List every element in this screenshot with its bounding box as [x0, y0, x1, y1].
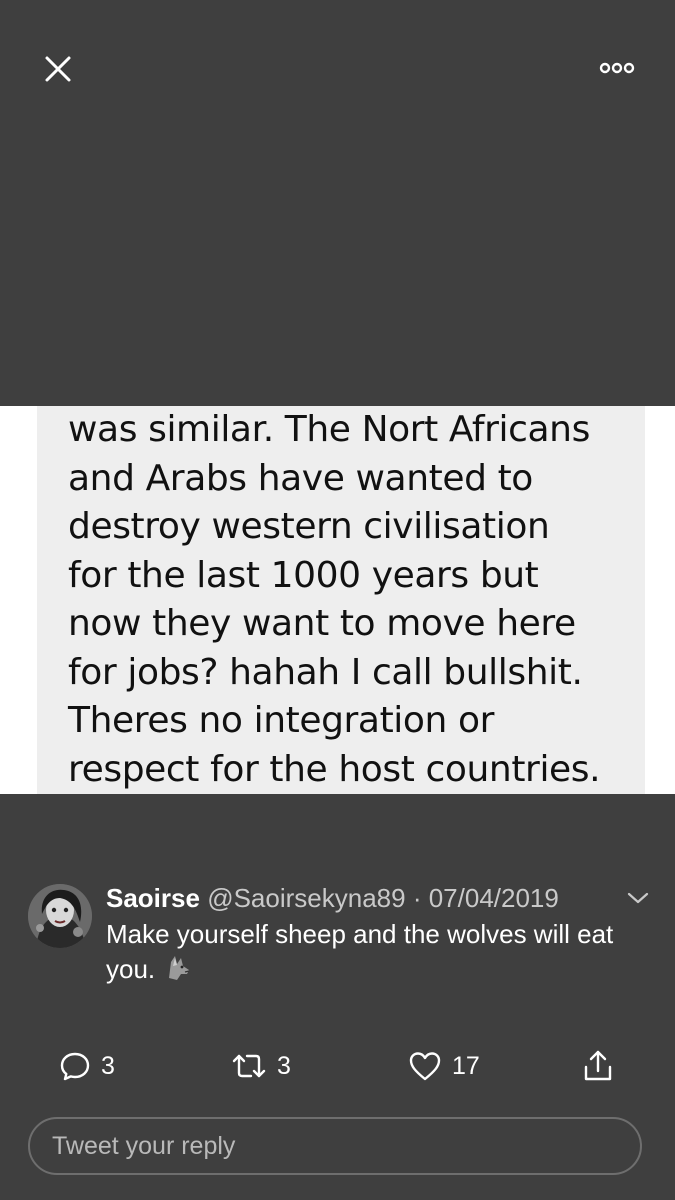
media-text-line: Theres no integration or [68, 700, 495, 741]
like-count: 17 [452, 1051, 480, 1080]
close-button[interactable] [36, 47, 80, 91]
media-text-line: was similar. The Nort Africans [68, 409, 590, 450]
reply-input[interactable] [28, 1117, 642, 1175]
heart-icon [409, 1052, 441, 1081]
reply-button[interactable]: 3 [59, 1046, 115, 1086]
reply-icon [60, 1052, 90, 1081]
retweet-count: 3 [277, 1051, 291, 1080]
media-text-panel: was similar. The Nort Africans and Arabs… [37, 406, 645, 794]
avatar[interactable] [28, 884, 92, 948]
retweet-button[interactable]: 3 [231, 1046, 291, 1086]
more-options-button[interactable] [594, 52, 640, 84]
tweet-options-button[interactable] [624, 884, 652, 912]
media-text-line: and Arabs have wanted to [68, 457, 533, 499]
share-icon [584, 1050, 612, 1081]
media-text-line: respect for the host countries. [68, 748, 601, 790]
tweet-media-image[interactable]: was similar. The Nort Africans and Arabs… [0, 406, 675, 794]
tweet-date: 07/04/2019 [428, 883, 559, 913]
media-text-line: for the last 1000 years but [68, 554, 539, 596]
media-text-line: now they want to move here [68, 603, 576, 644]
avatar-image [28, 884, 92, 948]
media-text-line: for jobs? hahah I call bullshit. [68, 651, 583, 693]
retweet-icon [232, 1054, 266, 1078]
like-button[interactable]: 17 [408, 1046, 480, 1086]
close-icon [45, 56, 71, 82]
wolf-emoji [163, 952, 193, 991]
tweet-header: Saoirse @Saoirsekyna89 · 07/04/2019 [106, 882, 559, 914]
share-button[interactable] [582, 1046, 614, 1086]
media-text-line: destroy western civilisation [68, 506, 550, 547]
user-handle[interactable]: @Saoirsekyna89 [207, 883, 405, 913]
more-horizontal-icon [599, 62, 635, 74]
chevron-down-icon [627, 892, 649, 904]
tweet-text: Make yourself sheep and the wolves will … [106, 917, 656, 991]
display-name[interactable]: Saoirse [106, 883, 200, 913]
meta-separator: · [412, 883, 422, 913]
reply-count: 3 [101, 1051, 115, 1080]
media-text: was similar. The Nort Africans and Arabs… [68, 406, 638, 794]
